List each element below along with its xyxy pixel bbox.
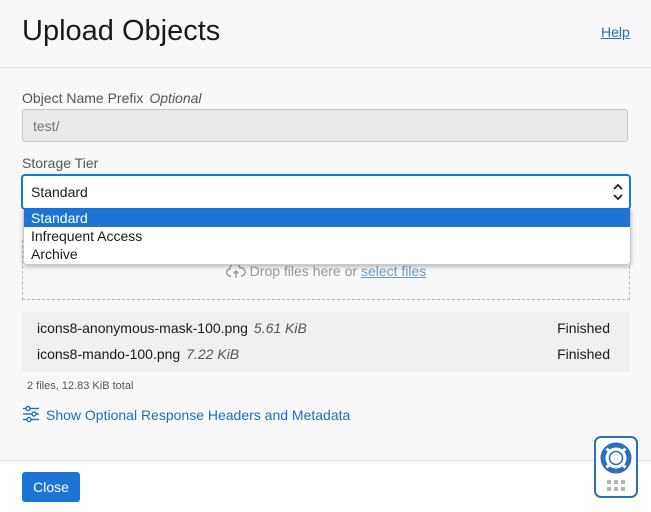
file-name-cell: icons8-mando-100.png 7.22 KiB	[37, 346, 239, 362]
help-link[interactable]: Help	[601, 24, 630, 40]
file-status: Finished	[557, 320, 610, 336]
file-name-cell: icons8-anonymous-mask-100.png 5.61 KiB	[37, 320, 307, 336]
object-name-prefix-input[interactable]	[22, 109, 628, 142]
sliders-icon	[22, 405, 46, 423]
dropzone-text-label: Drop files here or	[249, 263, 358, 279]
file-name: icons8-anonymous-mask-100.png	[37, 320, 248, 336]
storage-tier-label: Storage Tier	[22, 155, 99, 171]
lifebuoy-icon	[600, 442, 632, 479]
prefix-label: Object Name Prefix Optional	[22, 90, 202, 106]
show-optional-headers-link[interactable]: Show Optional Response Headers and Metad…	[22, 405, 350, 423]
optional-tag: Optional	[149, 90, 202, 106]
prefix-label-text: Object Name Prefix	[22, 90, 144, 106]
file-name: icons8-mando-100.png	[37, 346, 181, 362]
page-title: Upload Objects	[22, 15, 221, 47]
dropdown-option-archive[interactable]: Archive	[24, 245, 630, 263]
dropdown-option-standard[interactable]: Standard	[24, 209, 630, 227]
grip-dots-icon[interactable]	[607, 479, 625, 497]
files-summary: 2 files, 12.83 KiB total	[27, 380, 134, 392]
storage-tier-dropdown: Standard Infrequent Access Archive	[23, 209, 631, 265]
chevron-updown-icon	[611, 181, 625, 203]
file-row: icons8-mando-100.png 7.22 KiB Finished	[22, 342, 630, 368]
dropzone-text: Drop files here or select files	[23, 262, 629, 282]
file-list: icons8-anonymous-mask-100.png 5.61 KiB Fi…	[22, 312, 630, 372]
storage-tier-value: Standard	[31, 184, 88, 200]
dialog-footer: Close	[0, 460, 651, 512]
cloud-upload-icon	[225, 262, 246, 282]
show-optional-headers-label: Show Optional Response Headers and Metad…	[46, 407, 351, 423]
select-files-link[interactable]: select files	[361, 263, 426, 279]
file-status: Finished	[557, 346, 610, 362]
dropdown-option-infrequent-access[interactable]: Infrequent Access	[24, 227, 630, 245]
file-row: icons8-anonymous-mask-100.png 5.61 KiB Fi…	[22, 316, 630, 342]
storage-tier-select[interactable]: Standard	[22, 175, 630, 209]
dialog-header: Upload Objects Help	[0, 0, 651, 68]
close-button[interactable]: Close	[22, 472, 80, 502]
file-size: 7.22 KiB	[186, 346, 240, 362]
help-widget-button[interactable]	[594, 436, 638, 498]
file-size: 5.61 KiB	[253, 320, 307, 336]
